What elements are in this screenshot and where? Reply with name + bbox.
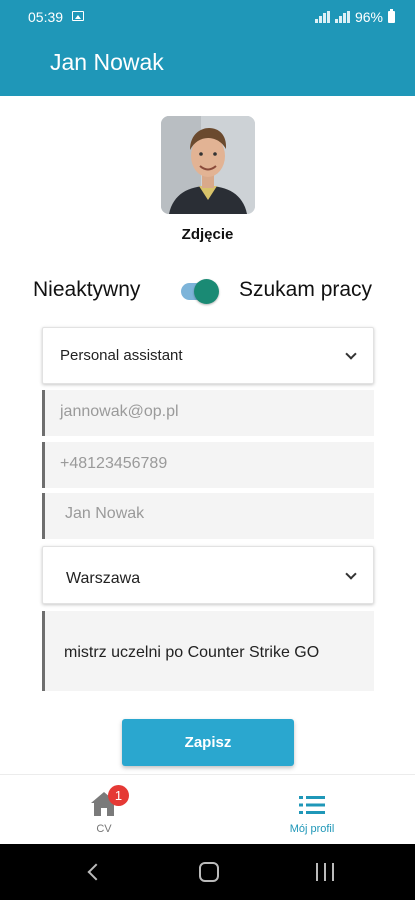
bottom-nav: 1 CV Mój profil <box>0 774 415 844</box>
name-field[interactable]: Jan Nowak <box>42 493 374 539</box>
system-navigation-bar <box>0 844 415 900</box>
notification-badge: 1 <box>108 785 129 806</box>
signal-icon <box>314 11 330 23</box>
status-indicators: 96% <box>314 9 395 25</box>
page-title: Jan Nowak <box>50 49 164 75</box>
battery-icon <box>388 9 395 23</box>
position-selected-value: Personal assistant <box>60 347 183 364</box>
status-time: 05:39 <box>28 9 64 25</box>
system-home-icon[interactable] <box>199 862 219 882</box>
description-field[interactable]: mistrz uczelni po Counter Strike GO <box>42 611 374 691</box>
status-bar: 05:39 96% <box>0 0 415 34</box>
status-active-label: Szukam pracy <box>239 278 373 301</box>
chevron-down-icon <box>345 348 357 360</box>
nav-item-my-profile-label: Mój profil <box>289 823 335 835</box>
profile-photo[interactable] <box>161 116 255 214</box>
description-value: mistrz uczelni po Counter Strike GO <box>64 644 320 661</box>
position-dropdown[interactable]: Personal assistant <box>42 327 374 384</box>
name-value: Jan Nowak <box>65 505 145 522</box>
back-icon[interactable] <box>87 863 105 881</box>
nav-item-cv[interactable]: 1 CV <box>80 785 130 840</box>
email-field[interactable]: jannowak@op.pl <box>42 390 374 436</box>
photo-caption: Zdjęcie <box>181 226 234 243</box>
profile-photo-image <box>161 116 255 214</box>
email-value: jannowak@op.pl <box>60 403 179 420</box>
city-dropdown[interactable]: Warszawa <box>42 546 374 604</box>
job-seeking-toggle-thumb[interactable] <box>194 279 219 304</box>
save-button[interactable]: Zapisz <box>122 719 294 766</box>
phone-value: +48123456789 <box>60 455 168 472</box>
phone-field[interactable]: +48123456789 <box>42 442 374 488</box>
city-selected-value: Warszawa <box>66 570 141 587</box>
recents-icon[interactable] <box>316 863 334 881</box>
battery-percent: 96% <box>354 9 383 25</box>
nav-item-cv-label: CV <box>96 823 112 835</box>
signal-icon-2 <box>334 11 350 23</box>
nav-item-my-profile[interactable]: Mój profil <box>280 785 344 840</box>
status-inactive-label: Nieaktywny <box>33 278 141 301</box>
chevron-down-icon <box>345 568 357 580</box>
app-bar: Jan Nowak <box>0 34 415 96</box>
image-notification-icon <box>72 11 84 21</box>
list-icon <box>299 796 325 814</box>
